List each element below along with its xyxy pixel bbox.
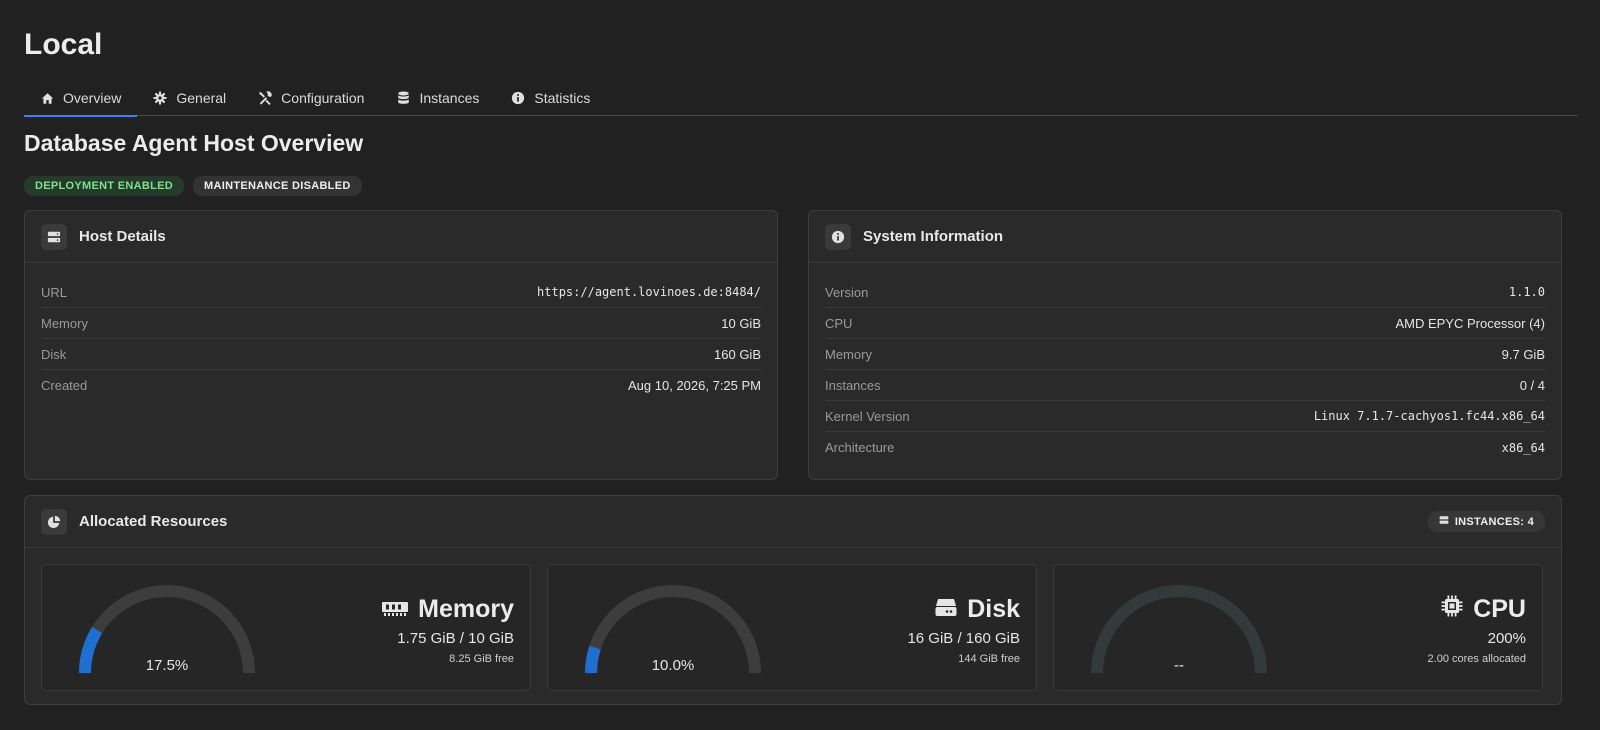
tab-label: Instances <box>419 90 480 106</box>
tab-label: Statistics <box>534 90 591 106</box>
database-icon <box>396 91 410 105</box>
instances-badge-label: INSTANCES: 4 <box>1454 515 1534 528</box>
detail-value: 160 GiB <box>714 346 761 362</box>
info-row-kernel: Kernel Version Linux 7.1.7-cachyos1.fc44… <box>825 401 1545 432</box>
tab-statistics[interactable]: Statistics <box>495 80 606 116</box>
info-row-architecture: Architecture x86_64 <box>825 432 1545 463</box>
detail-row-disk: Disk 160 GiB <box>41 339 761 370</box>
gauge-usage: 1.75 GiB / 10 GiB <box>397 630 514 647</box>
card-title: Allocated Resources <box>79 513 228 530</box>
info-key: Kernel Version <box>825 408 910 424</box>
card-header: System Information <box>809 211 1561 263</box>
gauge-usage: 200% <box>1487 630 1526 647</box>
detail-key: Memory <box>41 315 88 331</box>
gauge-percent: 10.0% <box>651 657 695 674</box>
info-key: CPU <box>825 315 853 331</box>
detail-key: Disk <box>41 346 67 362</box>
section-title: Database Agent Host Overview <box>24 130 364 156</box>
info-row-instances: Instances 0 / 4 <box>825 370 1545 401</box>
info-value: 0 / 4 <box>1519 377 1545 393</box>
disk-gauge-card: 10.0% Disk 16 GiB / 160 GiB 144 GiB free <box>547 564 1037 691</box>
system-information-card: System Information Version 1.1.0 CPU AMD… <box>808 210 1562 480</box>
info-value: x86_64 <box>1501 440 1545 455</box>
detail-value: 10 GiB <box>721 315 761 331</box>
memory-gauge-card: 17.5% Memory 1.75 GiB / 10 GiB 8.25 GiB … <box>41 564 531 691</box>
pie-chart-icon <box>41 508 67 535</box>
info-icon <box>511 91 525 105</box>
host-details-card: Host Details URL https://agent.lovinoes.… <box>24 210 778 480</box>
memory-icon <box>382 595 409 624</box>
allocated-resources-card: Allocated Resources INSTANCES: 4 17.5% M… <box>24 495 1562 705</box>
info-value: 9.7 GiB <box>1501 346 1545 362</box>
cpu-chip-icon <box>1441 595 1463 624</box>
gauge-free: 144 GiB free <box>958 653 1020 665</box>
detail-key: URL <box>41 284 68 300</box>
tab-configuration[interactable]: Configuration <box>242 80 380 116</box>
card-header: Host Details <box>25 211 777 263</box>
gauge-percent: -- <box>1174 657 1184 674</box>
info-row-cpu: CPU AMD EPYC Processor (4) <box>825 308 1545 339</box>
card-title: System Information <box>863 228 1004 245</box>
info-key: Instances <box>825 377 881 393</box>
instances-badge: INSTANCES: 4 <box>1427 511 1545 532</box>
gauge-allocated: 2.00 cores allocated <box>1427 653 1526 665</box>
card-title: Host Details <box>79 228 166 245</box>
gauge-percent: 17.5% <box>145 657 189 674</box>
gauge-info: CPU 200% 2.00 cores allocated <box>1428 595 1526 665</box>
gauge-info: Memory 1.75 GiB / 10 GiB 8.25 GiB free <box>382 595 514 665</box>
tab-label: Overview <box>63 90 122 106</box>
gauge-title: CPU <box>1428 595 1526 624</box>
deployment-status-badge: DEPLOYMENT ENABLED <box>24 176 185 196</box>
page-title: Local <box>24 28 103 61</box>
tab-bar: Overview General Configuration Instances… <box>24 80 1578 117</box>
status-badges: DEPLOYMENT ENABLED MAINTENANCE DISABLED <box>24 176 362 196</box>
info-value: AMD EPYC Processor (4) <box>1395 315 1545 331</box>
host-details-list: URL https://agent.lovinoes.de:8484/ Memo… <box>25 263 777 401</box>
hard-drive-icon <box>935 595 957 624</box>
gear-icon <box>153 91 167 105</box>
detail-row-memory: Memory 10 GiB <box>41 308 761 339</box>
info-value: 1.1.0 <box>1508 285 1545 299</box>
gauge-free: 8.25 GiB free <box>449 653 514 665</box>
tab-label: Configuration <box>281 90 365 106</box>
maintenance-status-badge: MAINTENANCE DISABLED <box>193 176 362 196</box>
gauge-title-label: CPU <box>1473 595 1526 623</box>
server-icon <box>41 223 67 250</box>
tab-general[interactable]: General <box>137 80 242 116</box>
system-info-list: Version 1.1.0 CPU AMD EPYC Processor (4)… <box>809 263 1561 463</box>
info-key: Architecture <box>825 440 895 455</box>
info-row-memory: Memory 9.7 GiB <box>825 339 1545 370</box>
tab-overview[interactable]: Overview <box>24 80 138 117</box>
gauge-title-label: Memory <box>418 595 514 623</box>
info-key: Version <box>825 284 869 300</box>
gauge-info: Disk 16 GiB / 160 GiB 144 GiB free <box>907 595 1020 665</box>
detail-value: Aug 10, 2026, 7:25 PM <box>628 378 761 393</box>
detail-row-url: URL https://agent.lovinoes.de:8484/ <box>41 277 761 308</box>
tab-instances[interactable]: Instances <box>380 80 495 116</box>
gauge-title-label: Disk <box>967 595 1020 623</box>
detail-row-created: Created Aug 10, 2026, 7:25 PM <box>41 370 761 401</box>
info-icon <box>825 223 851 250</box>
gauge-usage: 16 GiB / 160 GiB <box>907 630 1020 647</box>
cpu-gauge-card: -- CPU 200% 2.00 cores allocated <box>1053 564 1543 691</box>
detail-value: https://agent.lovinoes.de:8484/ <box>537 285 761 299</box>
card-header: Allocated Resources INSTANCES: 4 <box>25 496 1561 548</box>
gauge-title: Disk <box>907 595 1020 624</box>
info-value: Linux 7.1.7-cachyos1.fc44.x86_64 <box>1313 409 1545 423</box>
detail-key: Created <box>41 378 88 393</box>
tab-label: General <box>176 90 227 106</box>
tools-icon <box>258 91 272 105</box>
info-key: Memory <box>825 346 872 362</box>
home-icon <box>40 91 54 105</box>
gauge-title: Memory <box>382 595 514 624</box>
resource-gauges: 17.5% Memory 1.75 GiB / 10 GiB 8.25 GiB … <box>25 548 1561 691</box>
info-row-version: Version 1.1.0 <box>825 277 1545 308</box>
server-icon <box>1439 515 1449 528</box>
